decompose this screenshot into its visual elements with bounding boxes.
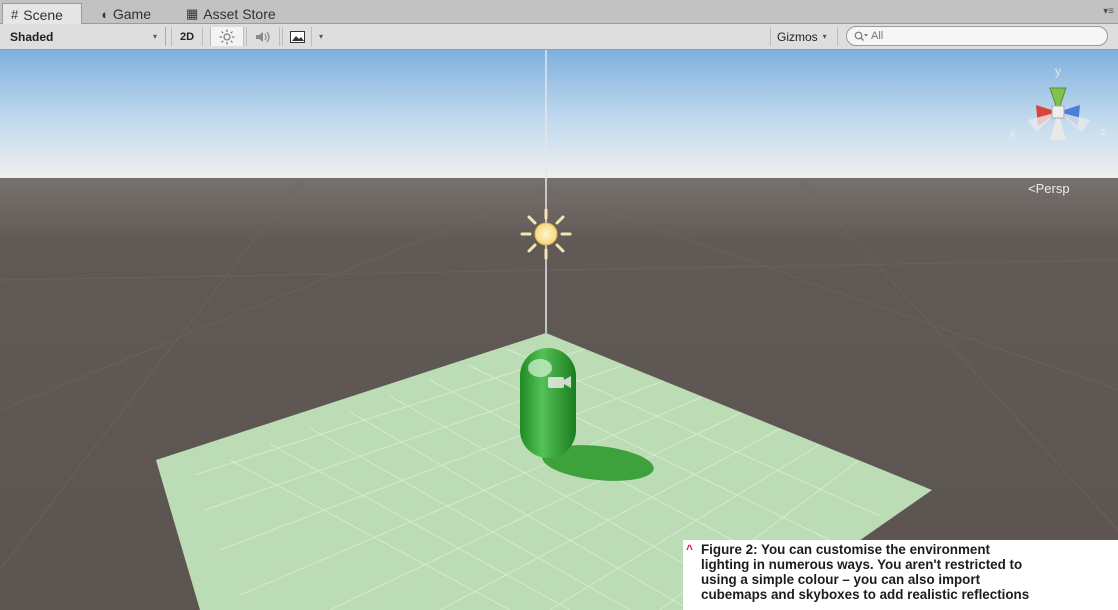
2d-mode-toggle[interactable]: 2D [171,27,203,46]
search-input[interactable] [868,30,1091,42]
caption-text-1: You can customise the environment [757,542,990,557]
gizmos-label: Gizmos [777,29,818,44]
draw-mode-label: Shaded [10,29,54,44]
tab-asset-store[interactable]: ▦ Asset Store [178,4,298,24]
tab-asset-store-label: Asset Store [203,6,276,22]
scene-search[interactable] [846,26,1108,46]
effects-dropdown[interactable]: ▾ [314,27,328,46]
scene-view-tab-bar: # Scene ◖ Game ▦ Asset Store ▾≡ [0,0,1118,25]
tab-game[interactable]: ◖ Game [92,4,170,24]
caption-line-1: Figure 2: You can customise the environm… [701,542,1112,557]
gizmo-z-axis-label: z [1100,126,1106,138]
search-icon [854,31,868,41]
caption-label: Figure 2: [701,542,758,557]
draw-mode-dropdown[interactable]: Shaded ▾ [0,27,166,46]
gizmo-x-axis-label: x [1010,128,1016,140]
game-controller-icon: ◖ [100,6,108,22]
image-icon [289,30,305,43]
chevron-down-icon: ▾ [318,32,323,41]
tab-menu-icon[interactable]: ▾≡ [1103,6,1114,17]
scene-lighting-toggle[interactable] [210,27,244,46]
caption-line-2: lighting in numerous ways. You aren't re… [701,557,1023,572]
grid-icon: # [11,7,19,22]
scene-effects-toggle[interactable] [282,27,312,46]
scene-audio-toggle[interactable] [246,27,280,46]
directional-light-icon [520,208,572,260]
tab-scene-label: Scene [23,6,63,23]
perspective-icon: < [1028,181,1036,196]
2d-mode-label: 2D [179,30,195,43]
tab-game-label: Game [112,6,151,22]
persp-label[interactable]: <Persp [1028,181,1070,196]
scene-render [0,50,1118,610]
chevron-down-icon: ▾ [152,32,157,41]
projection-label: Persp [1035,181,1070,196]
caret-up-icon: ^ [686,542,694,556]
tab-scene[interactable]: # Scene [2,3,82,25]
chevron-down-icon: ▾ [822,32,827,41]
shopping-bag-icon: ▦ [186,6,199,21]
scene-toolbar: Shaded ▾ 2D ▾ Gizmos ▾ [0,24,1118,50]
gizmo-y-axis-label: y [1055,64,1061,78]
speaker-icon [256,31,270,42]
gizmos-dropdown[interactable]: Gizmos ▾ [770,27,838,46]
caption-line-3: using a simple colour – you can also imp… [701,572,981,587]
figure-caption: ^ Figure 2: You can customise the enviro… [683,540,1118,610]
scene-viewport[interactable]: y x z <Persp [0,50,1118,610]
sun-icon [219,29,235,44]
caption-line-4: cubemaps and skyboxes to add realistic r… [701,587,1030,602]
